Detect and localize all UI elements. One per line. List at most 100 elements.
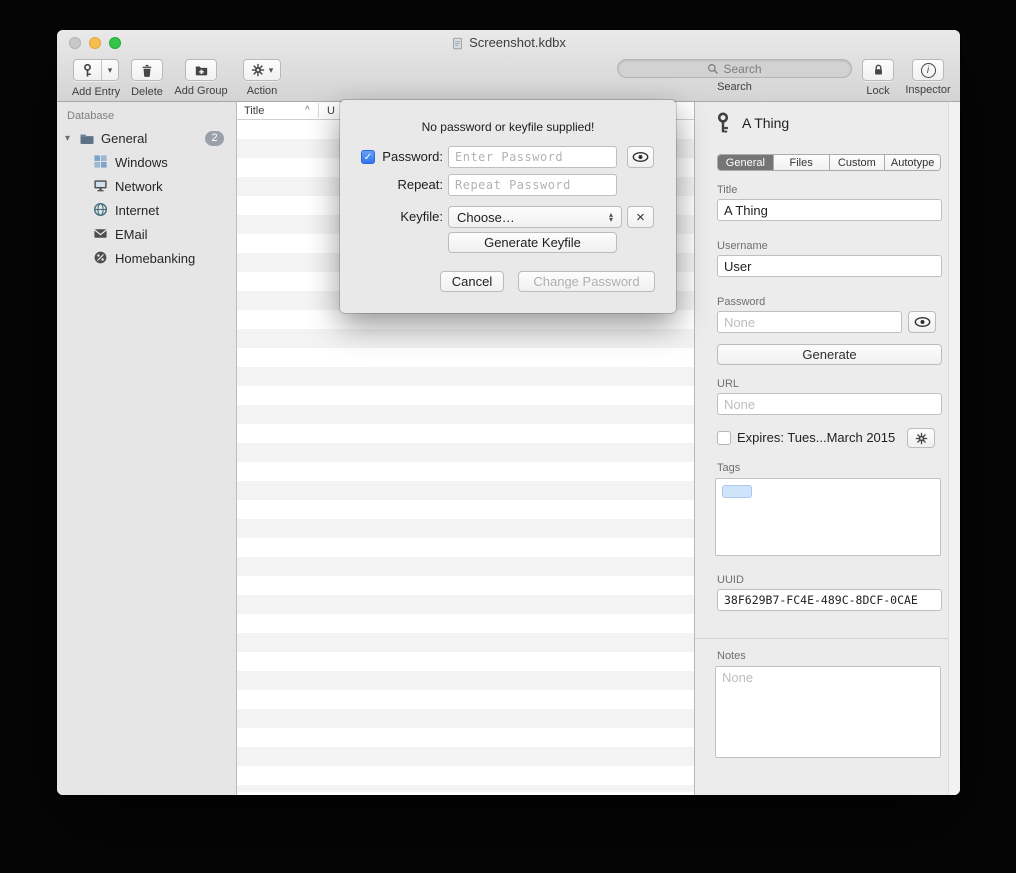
- title-field[interactable]: [717, 199, 942, 221]
- action-label: Action: [237, 85, 287, 97]
- sidebar-group-general[interactable]: ▾ General 2: [57, 126, 236, 150]
- toolbar-delete: Delete: [127, 59, 167, 98]
- folder-plus-icon: [194, 63, 209, 77]
- group-count-badge: 2: [205, 131, 224, 146]
- url-field[interactable]: [717, 393, 942, 415]
- add-entry-button[interactable]: ▾: [73, 59, 120, 81]
- tab-autotype[interactable]: Autotype: [884, 155, 940, 170]
- tag-token[interactable]: [722, 485, 752, 498]
- sidebar-item-network[interactable]: Network: [57, 174, 236, 198]
- add-group-label: Add Group: [169, 85, 233, 97]
- expires-row: Expires: Tues...March 2015: [717, 430, 895, 445]
- add-entry-dropdown[interactable]: ▾: [101, 60, 119, 80]
- info-circle-icon: i: [921, 63, 936, 78]
- window-title: Screenshot.kdbx: [57, 35, 960, 50]
- sidebar-header: Database: [57, 108, 236, 126]
- chevron-down-icon: ▾: [269, 66, 274, 75]
- sidebar-group-label: General: [101, 131, 147, 146]
- inspector-label: Inspector: [902, 84, 954, 96]
- expires-label: Expires: Tues...March 2015: [737, 430, 895, 445]
- password-checkbox[interactable]: ✓: [361, 150, 375, 164]
- search-caption: Search: [617, 81, 852, 93]
- sort-ascending-icon: ^: [305, 105, 310, 116]
- tags-box[interactable]: [715, 478, 941, 556]
- disclosure-triangle-icon[interactable]: ▾: [65, 133, 77, 144]
- uuid-field[interactable]: [717, 589, 942, 611]
- column-divider[interactable]: [318, 103, 319, 118]
- tags-label: Tags: [717, 462, 740, 474]
- keyfile-label: Keyfile:: [400, 209, 443, 224]
- sidebar-item-windows[interactable]: Windows: [57, 150, 236, 174]
- reveal-password-button[interactable]: [908, 311, 936, 333]
- trash-icon: [140, 63, 154, 78]
- close-x-icon: ×: [636, 210, 645, 225]
- key-plus-icon: [74, 60, 101, 80]
- password-input[interactable]: [448, 146, 617, 168]
- add-group-button[interactable]: [185, 59, 217, 81]
- email-icon: [93, 226, 109, 242]
- change-password-button[interactable]: Change Password: [518, 271, 655, 292]
- reveal-password-button[interactable]: [627, 146, 654, 168]
- generate-keyfile-button[interactable]: Generate Keyfile: [448, 232, 617, 253]
- toolbar-inspector: i Inspector: [902, 59, 954, 96]
- toolbar-lock: Lock: [862, 59, 894, 97]
- sidebar-item-internet[interactable]: Internet: [57, 198, 236, 222]
- tab-custom[interactable]: Custom: [829, 155, 885, 170]
- windows-icon: [93, 154, 109, 170]
- inspector-button[interactable]: i: [912, 59, 944, 81]
- repeat-row: Repeat:: [340, 174, 676, 196]
- inspector-header: A Thing: [713, 112, 789, 134]
- lock-button[interactable]: [862, 59, 894, 81]
- lock-label: Lock: [862, 85, 894, 97]
- clear-keyfile-button[interactable]: ×: [627, 206, 654, 228]
- sidebar-item-homebanking[interactable]: Homebanking: [57, 246, 236, 270]
- window-title-text: Screenshot.kdbx: [469, 35, 566, 50]
- search-icon: [707, 63, 719, 75]
- sidebar-item-label: Internet: [115, 203, 159, 218]
- inspector-divider: [695, 638, 960, 639]
- sidebar-item-label: Homebanking: [115, 251, 195, 266]
- uuid-label: UUID: [717, 574, 744, 586]
- inspector-tabs: General Files Custom Autotype: [717, 154, 941, 171]
- expires-checkbox[interactable]: [717, 431, 731, 445]
- cancel-button[interactable]: Cancel: [440, 271, 504, 292]
- username-field[interactable]: [717, 255, 942, 277]
- window-chrome: Screenshot.kdbx ▾ Add Entry Delete: [57, 30, 960, 102]
- delete-button[interactable]: [131, 59, 163, 81]
- title-field-label: Title: [717, 184, 737, 196]
- sidebar-item-label: Windows: [115, 155, 168, 170]
- generate-password-button[interactable]: Generate: [717, 344, 942, 365]
- inspector-scrollbar[interactable]: [948, 102, 960, 795]
- repeat-label: Repeat:: [397, 177, 443, 192]
- key-icon: [713, 112, 733, 134]
- sidebar-item-email[interactable]: EMail: [57, 222, 236, 246]
- folder-icon: [79, 130, 95, 146]
- check-icon: ✓: [364, 152, 372, 163]
- toolbar-search: Search Search: [617, 59, 852, 93]
- tab-files[interactable]: Files: [773, 155, 829, 170]
- tab-general[interactable]: General: [718, 155, 773, 170]
- action-button[interactable]: ▾: [243, 59, 282, 81]
- column-header-username[interactable]: U: [327, 105, 335, 117]
- toolbar-add-group: Add Group: [169, 59, 233, 97]
- delete-label: Delete: [127, 86, 167, 98]
- search-input[interactable]: Search: [617, 59, 852, 78]
- gear-icon: [915, 432, 928, 445]
- entry-title: A Thing: [742, 115, 789, 131]
- popup-stepper-icon: ▴▾: [609, 212, 613, 222]
- password-label: Password:: [382, 149, 443, 164]
- sidebar-item-label: EMail: [115, 227, 148, 242]
- repeat-password-input[interactable]: [448, 174, 617, 196]
- expires-settings-button[interactable]: [907, 428, 935, 448]
- keyfile-row: Keyfile: Choose… ▴▾ ×: [340, 206, 676, 228]
- coin-icon: [93, 250, 109, 266]
- notes-field[interactable]: [715, 666, 941, 758]
- dialog-message: No password or keyfile supplied!: [340, 120, 676, 134]
- app-window: Screenshot.kdbx ▾ Add Entry Delete: [57, 30, 960, 795]
- sidebar-item-label: Network: [115, 179, 163, 194]
- password-field[interactable]: [717, 311, 902, 333]
- notes-label: Notes: [717, 650, 746, 662]
- column-header-title[interactable]: Title: [244, 105, 264, 117]
- keyfile-popup[interactable]: Choose… ▴▾: [448, 206, 622, 228]
- lock-icon: [872, 63, 885, 77]
